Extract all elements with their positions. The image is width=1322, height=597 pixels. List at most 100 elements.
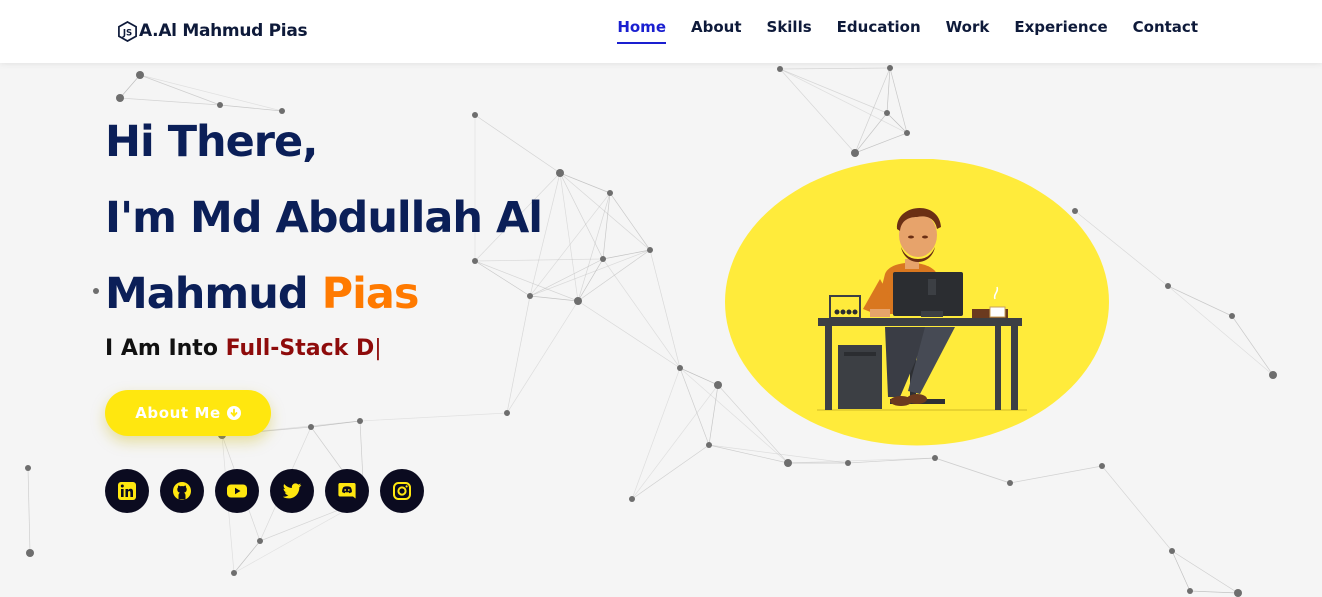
network-node: [556, 169, 564, 177]
instagram-link[interactable]: [380, 469, 424, 513]
youtube-icon: [227, 484, 247, 498]
network-link: [233, 540, 261, 574]
network-link: [854, 67, 891, 154]
network-link: [1167, 285, 1233, 317]
brand-name: A.Al Mahmud Pias: [139, 21, 308, 41]
network-link: [559, 172, 611, 194]
network-node: [629, 496, 635, 502]
network-node: [784, 459, 792, 467]
network-link: [1189, 590, 1239, 594]
network-node: [504, 410, 510, 416]
github-link[interactable]: [160, 469, 204, 513]
discord-link[interactable]: [325, 469, 369, 513]
network-node: [1269, 371, 1277, 379]
linkedin-link[interactable]: [105, 469, 149, 513]
nav-contact[interactable]: Contact: [1133, 18, 1198, 44]
youtube-link[interactable]: [215, 469, 259, 513]
about-me-button[interactable]: About Me: [105, 390, 271, 436]
hero-greeting: Hi There,: [105, 117, 319, 167]
network-node: [1099, 463, 1105, 469]
nav-skills[interactable]: Skills: [767, 18, 812, 44]
network-node: [706, 442, 712, 448]
social-links: [105, 469, 435, 513]
network-link: [631, 444, 710, 500]
network-node: [231, 570, 237, 576]
github-icon: [173, 482, 191, 500]
network-link: [609, 192, 651, 251]
network-node: [1187, 588, 1193, 594]
network-link: [779, 68, 888, 114]
network-node: [887, 65, 893, 71]
network-link: [602, 249, 651, 260]
network-link: [1171, 550, 1239, 594]
nav-about[interactable]: About: [691, 18, 742, 44]
network-node: [904, 130, 910, 136]
network-node: [136, 71, 144, 79]
network-node: [1007, 480, 1013, 486]
network-node: [851, 149, 859, 157]
typed-tagline: I Am Into Full-Stack D|: [105, 336, 382, 361]
network-link: [602, 258, 681, 369]
discord-icon: [338, 483, 356, 499]
network-link: [679, 367, 710, 446]
nav-education[interactable]: Education: [837, 18, 921, 44]
network-node: [884, 110, 890, 116]
twitter-icon: [282, 483, 302, 499]
network-link: [649, 249, 681, 369]
nav-work[interactable]: Work: [946, 18, 990, 44]
network-link: [577, 192, 611, 302]
network-link: [577, 300, 681, 369]
typing-cursor: |: [374, 336, 382, 361]
linkedin-icon: [118, 482, 136, 500]
network-link: [779, 67, 891, 70]
logo-monogram-icon: JS: [118, 20, 137, 42]
network-link: [779, 68, 856, 154]
nav-home[interactable]: Home: [617, 18, 666, 44]
network-link: [889, 67, 908, 134]
network-link: [934, 457, 1011, 484]
top-navbar: JS A.Al Mahmud Pias Home About Skills Ed…: [0, 0, 1322, 63]
network-node: [1229, 313, 1235, 319]
network-node: [714, 381, 722, 389]
twitter-link[interactable]: [270, 469, 314, 513]
network-link: [708, 444, 849, 464]
network-link: [119, 74, 141, 99]
svg-text:JS: JS: [122, 28, 132, 38]
network-link: [631, 384, 719, 500]
network-node: [93, 288, 99, 294]
nav-experience[interactable]: Experience: [1014, 18, 1107, 44]
developer-illustration: [725, 159, 1109, 446]
typed-text: Full-Stack D: [225, 336, 375, 361]
network-link: [886, 112, 908, 134]
hero-name-prefix: Mahmud: [105, 269, 322, 319]
hero-name-accent: Pias: [321, 269, 420, 319]
network-node: [574, 297, 582, 305]
about-me-label: About Me: [135, 404, 221, 422]
network-node: [607, 190, 613, 196]
network-link: [1009, 465, 1103, 484]
hero-name-line-2: Mahmud Pias: [105, 256, 542, 332]
network-link: [631, 367, 681, 500]
hero-heading: Hi There, I'm Md Abdullah Al Mahmud Pias: [105, 104, 543, 332]
network-link: [359, 412, 508, 422]
hero-name-line: I'm Md Abdullah Al: [105, 193, 543, 243]
network-link: [1101, 465, 1173, 552]
network-node: [932, 455, 938, 461]
network-node: [845, 460, 851, 466]
network-node: [600, 256, 606, 262]
network-node: [116, 94, 124, 102]
network-node: [1169, 548, 1175, 554]
network-node: [26, 549, 34, 557]
network-node: [25, 465, 31, 471]
network-link: [708, 384, 719, 446]
network-link: [559, 172, 604, 260]
network-node: [357, 418, 363, 424]
typed-prefix: I Am Into: [105, 336, 226, 361]
main-nav: Home About Skills Education Work Experie…: [592, 18, 1198, 44]
network-node: [1165, 283, 1171, 289]
network-link: [27, 467, 31, 554]
brand-logo[interactable]: JS A.Al Mahmud Pias: [117, 18, 308, 44]
instagram-icon: [393, 482, 411, 500]
network-node: [1234, 589, 1242, 597]
network-node: [647, 247, 653, 253]
